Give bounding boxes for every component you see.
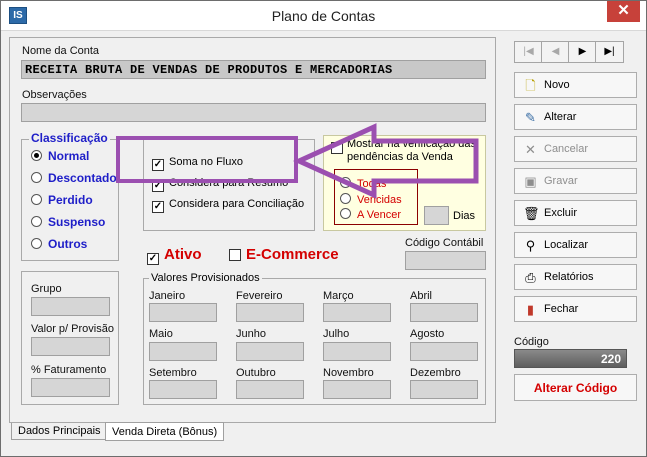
tab-dados-principais[interactable]: Dados Principais <box>11 423 108 440</box>
search-icon: ⚲ <box>525 238 536 253</box>
annotation-arrow <box>292 123 479 199</box>
cancelar-label: Cancelar <box>544 143 589 155</box>
codigo-label: Código <box>514 336 549 348</box>
first-record-button[interactable]: |◀ <box>514 41 543 63</box>
edit-icon: ✎ <box>525 110 536 125</box>
fechar-button[interactable]: ▮ Fechar <box>514 296 637 322</box>
codigo-field: 220 <box>514 349 627 368</box>
localizar-button[interactable]: ⚲ Localizar <box>514 232 637 258</box>
cancelar-button[interactable]: ✕ Cancelar <box>514 136 637 162</box>
last-record-button[interactable]: ▶| <box>595 41 624 63</box>
exit-door-icon: ▮ <box>526 302 535 317</box>
printer-icon: ⎙ <box>525 270 536 285</box>
localizar-label: Localizar <box>544 239 589 251</box>
plano-de-contas-window: IS Plano de Contas ✕ Nome da Conta RECEI… <box>0 0 647 457</box>
gravar-label: Gravar <box>544 175 578 187</box>
cancel-icon: ✕ <box>525 142 536 157</box>
annotation-highlight-box <box>116 136 298 183</box>
save-icon: ▣ <box>524 174 537 189</box>
relatorios-label: Relatórios <box>544 271 594 283</box>
fechar-label: Fechar <box>544 303 579 315</box>
gravar-button[interactable]: ▣ Gravar <box>514 168 637 194</box>
alterar-label: Alterar <box>544 111 577 123</box>
excluir-button[interactable]: 🗑 Excluir <box>514 200 637 226</box>
novo-label: Novo <box>544 79 570 91</box>
trash-icon: 🗑 <box>523 206 540 221</box>
alterar-codigo-button[interactable]: Alterar Código <box>514 374 637 401</box>
relatorios-button[interactable]: ⎙ Relatórios <box>514 264 637 290</box>
previous-record-button[interactable]: ◀ <box>541 41 570 63</box>
alterar-button[interactable]: ✎ Alterar <box>514 104 637 130</box>
excluir-label: Excluir <box>544 207 578 219</box>
tab-venda-direta-bonus[interactable]: Venda Direta (Bônus) <box>105 422 225 441</box>
novo-button[interactable]: 🗋 Novo <box>514 72 637 98</box>
new-document-icon: 🗋 <box>525 78 536 93</box>
next-record-button[interactable]: ▶ <box>568 41 597 63</box>
